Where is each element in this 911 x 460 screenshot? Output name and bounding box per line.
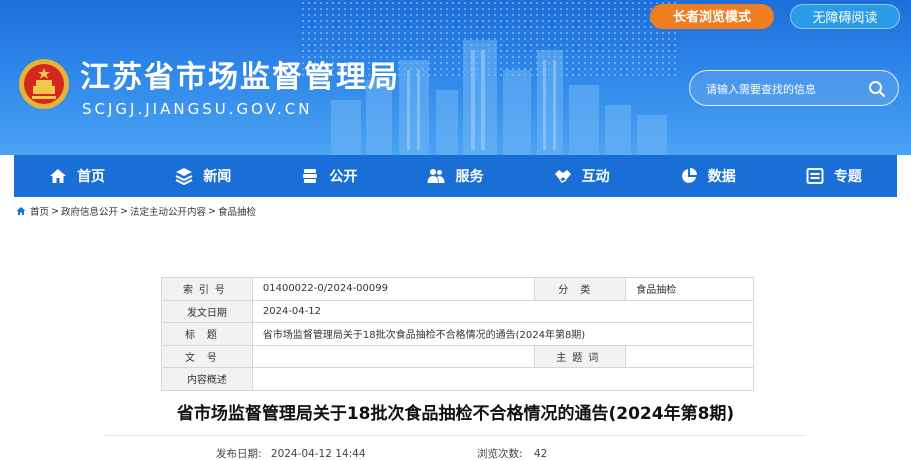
date-value: 2024-04-12 (251, 299, 755, 323)
view-count: 浏览次数: 42 (477, 446, 547, 460)
search-icon[interactable] (868, 80, 886, 98)
nav-item-news[interactable]: 新闻 (140, 155, 266, 197)
title-value: 省市场监督管理局关于18批次食品抽检不合格情况的通告(2024年第8期) (251, 322, 755, 346)
nav-label: 新闻 (203, 169, 232, 185)
stack-icon (303, 169, 318, 183)
nav-item-interaction[interactable]: 互动 (519, 155, 645, 197)
main-nav: 首页 新闻 公开 服务 互动 数据 专题 (14, 155, 897, 197)
layers-icon (175, 168, 193, 185)
breadcrumb-separator: > (51, 205, 59, 217)
index-label: 索引号 (161, 277, 253, 301)
views-label: 浏览次数: (477, 448, 523, 460)
nav-label: 互动 (581, 169, 610, 185)
article-title: 省市场监督管理局关于18批次食品抽检不合格情况的通告(2024年第8期) (176, 404, 735, 424)
publish-label: 发布日期: (216, 448, 262, 460)
title-label: 标题 (161, 322, 253, 346)
home-icon (50, 169, 67, 183)
category-label: 分类 (534, 277, 627, 301)
document-info-table: 索引号 01400022-0/2024-00099 分类 食品抽检 发文日期 2… (161, 277, 755, 391)
pie-chart-icon (681, 168, 697, 183)
nav-label: 数据 (707, 169, 736, 185)
home-icon (16, 207, 26, 215)
summary-label: 内容概述 (161, 367, 253, 391)
views-value: 42 (533, 448, 548, 460)
breadcrumb-home[interactable]: 首页 (30, 204, 49, 218)
nav-label: 首页 (77, 169, 106, 185)
handshake-icon (554, 170, 571, 183)
nav-label: 公开 (329, 169, 358, 185)
site-domain: SCJGJ.JIANGSU.GOV.CN (82, 100, 313, 118)
nav-label: 专题 (833, 169, 862, 185)
accessibility-button[interactable]: 无障碍阅读 (790, 4, 900, 29)
doc-no-value (251, 344, 536, 368)
keywords-value (625, 344, 754, 368)
breadcrumb: 首页 > 政府信息公开 > 法定主动公开内容 > 食品抽检 (16, 204, 256, 218)
nav-item-public[interactable]: 公开 (266, 155, 392, 197)
summary-value (251, 367, 755, 391)
elder-mode-button[interactable]: 长者浏览模式 (650, 4, 774, 29)
breadcrumb-separator: > (120, 205, 128, 217)
site-title: 江苏省市场监督管理局 (80, 60, 400, 95)
doc-no-label: 文号 (161, 344, 253, 368)
board-icon (806, 168, 824, 184)
index-value: 01400022-0/2024-00099 (251, 277, 536, 301)
search-input[interactable] (706, 79, 866, 99)
search-box (689, 70, 899, 106)
nav-item-data[interactable]: 数据 (645, 155, 771, 197)
breadcrumb-gov-info[interactable]: 政府信息公开 (61, 204, 118, 218)
publish-date: 发布日期: 2024-04-12 14:44 (216, 446, 366, 460)
users-icon (427, 169, 445, 183)
category-value: 食品抽检 (625, 277, 754, 301)
nav-item-home[interactable]: 首页 (14, 155, 140, 197)
site-header: 江苏省市场监督管理局 SCJGJ.JIANGSU.GOV.CN 长者浏览模式 无… (0, 0, 911, 155)
breadcrumb-separator: > (207, 205, 216, 217)
publish-value: 2024-04-12 14:44 (270, 448, 366, 460)
breadcrumb-food-sampling[interactable]: 食品抽检 (218, 204, 256, 218)
nav-item-topics[interactable]: 专题 (771, 155, 897, 197)
date-label: 发文日期 (161, 299, 253, 323)
nav-item-service[interactable]: 服务 (392, 155, 518, 197)
keywords-label: 主题词 (534, 344, 627, 368)
breadcrumb-statutory[interactable]: 法定主动公开内容 (130, 204, 206, 218)
nav-label: 服务 (455, 169, 484, 185)
national-emblem-icon (19, 59, 69, 109)
title-divider (105, 435, 805, 436)
